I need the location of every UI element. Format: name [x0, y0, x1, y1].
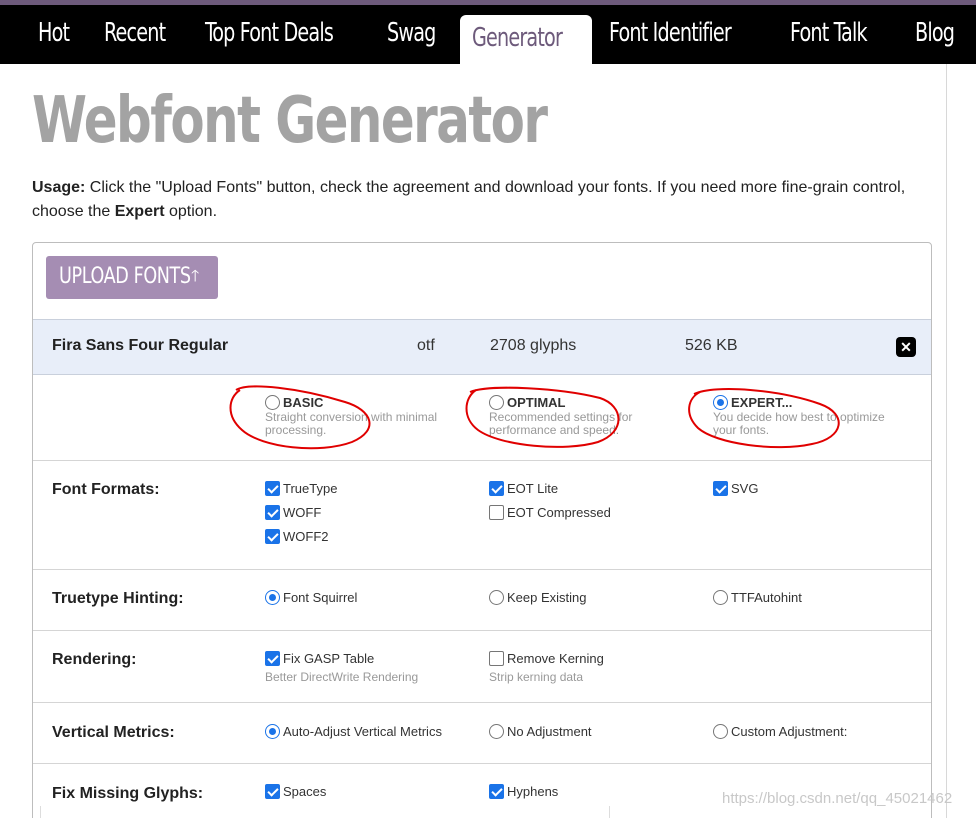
usage-expert: Expert — [114, 203, 165, 220]
vertical-metrics-row: Vertical Metrics: Auto-Adjust Vertical M… — [33, 703, 931, 764]
glyphs-hyphens-label: Hyphens — [507, 784, 559, 799]
nav-item-font-identifier[interactable]: Font Identifier — [609, 5, 732, 64]
format-eot-compressed-label: EOT Compressed — [507, 505, 611, 520]
main-nav: Hot Recent Top Font Deals Swag Generator… — [0, 5, 976, 69]
nav-item-recent[interactable]: Recent — [104, 5, 166, 64]
rendering-label: Rendering: — [52, 651, 137, 668]
usage-label: Usage: — [32, 179, 86, 196]
mode-row: BASIC Straight conversion with minimal p… — [33, 375, 931, 461]
file-glyph-count: 2708 glyphs — [490, 337, 577, 354]
mode-optimal-desc: Recommended settings for performance and… — [489, 410, 633, 437]
hinting-row: Truetype Hinting: Font Squirrel Keep Exi… — [33, 570, 931, 631]
glyphs-hyphens-checkbox[interactable] — [489, 784, 504, 799]
file-size: 526 KB — [685, 337, 738, 354]
hinting-keep-existing-label: Keep Existing — [507, 590, 587, 605]
vm-auto-adjust-label: Auto-Adjust Vertical Metrics — [283, 724, 442, 739]
hinting-ttfautohint-radio[interactable] — [713, 590, 728, 605]
format-woff-label: WOFF — [283, 505, 322, 520]
vm-custom-adjustment-radio[interactable] — [713, 724, 728, 739]
format-svg-label: SVG — [731, 481, 759, 496]
rendering-fix-gasp-checkbox[interactable] — [265, 651, 280, 666]
format-svg-checkbox[interactable] — [713, 481, 728, 496]
page-title: Webfont Generator — [32, 84, 548, 158]
usage-text: Usage: Click the "Upload Fonts" button, … — [32, 176, 912, 224]
rendering-remove-kerning-desc: Strip kerning data — [489, 670, 584, 684]
format-woff2-label: WOFF2 — [283, 529, 329, 544]
mode-basic-desc: Straight conversion with minimal process… — [265, 410, 438, 437]
mode-optimal-radio[interactable] — [489, 395, 504, 410]
glyphs-spaces-checkbox[interactable] — [265, 784, 280, 799]
bottom-panel-edge — [40, 806, 610, 818]
nav-item-swag[interactable]: Swag — [387, 5, 436, 64]
uploaded-file-row: Fira Sans Four Regular otf 2708 glyphs 5… — [33, 319, 931, 375]
vertical-metrics-label: Vertical Metrics: — [52, 724, 175, 741]
nav-item-top-font-deals[interactable]: Top Font Deals — [205, 5, 334, 64]
remove-file-close-icon[interactable]: ✕ — [896, 337, 916, 357]
usage-body-2: option. — [164, 203, 218, 220]
arrow-up-icon: 🡑 — [191, 268, 200, 285]
rendering-remove-kerning-label: Remove Kerning — [507, 651, 604, 666]
file-extension: otf — [417, 337, 435, 354]
vm-no-adjustment-radio[interactable] — [489, 724, 504, 739]
mode-expert-radio[interactable] — [713, 395, 728, 410]
generator-panel: UPLOAD FONTS 🡑 Fira Sans Four Regular ot… — [32, 242, 932, 818]
mode-expert-desc: You decide how best to optimize your fon… — [713, 410, 885, 437]
page-edge-line — [946, 64, 947, 818]
rendering-fix-gasp-label: Fix GASP Table — [283, 651, 375, 666]
nav-item-generator[interactable]: Generator — [472, 10, 563, 69]
nav-item-hot[interactable]: Hot — [38, 5, 70, 64]
mode-expert-label: EXPERT... — [731, 395, 793, 410]
format-truetype-checkbox[interactable] — [265, 481, 280, 496]
format-eot-lite-checkbox[interactable] — [489, 481, 504, 496]
format-woff-checkbox[interactable] — [265, 505, 280, 520]
mode-basic-radio[interactable] — [265, 395, 280, 410]
hinting-keep-existing-radio[interactable] — [489, 590, 504, 605]
hinting-ttfautohint-label: TTFAutohint — [731, 590, 802, 605]
missing-glyphs-label: Fix Missing Glyphs: — [52, 785, 204, 802]
format-truetype-label: TrueType — [283, 481, 338, 496]
nav-item-blog[interactable]: Blog — [915, 5, 955, 64]
format-eot-compressed-checkbox[interactable] — [489, 505, 504, 520]
watermark-text: https://blog.csdn.net/qq_45021462 — [722, 790, 953, 807]
hinting-font-squirrel-radio[interactable] — [265, 590, 280, 605]
hinting-font-squirrel-label: Font Squirrel — [283, 590, 358, 605]
font-formats-label: Font Formats: — [52, 481, 160, 498]
rendering-fix-gasp-desc: Better DirectWrite Rendering — [265, 670, 419, 684]
format-eot-lite-label: EOT Lite — [507, 481, 559, 496]
vm-custom-adjustment-label: Custom Adjustment: — [731, 724, 848, 739]
rendering-row: Rendering: Fix GASP Table Better DirectW… — [33, 631, 931, 703]
vm-auto-adjust-radio[interactable] — [265, 724, 280, 739]
nav-item-font-talk[interactable]: Font Talk — [790, 5, 868, 64]
rendering-remove-kerning-checkbox[interactable] — [489, 651, 504, 666]
font-formats-row: Font Formats: TrueType WOFF WOFF2 EOT Li… — [33, 461, 931, 570]
upload-fonts-label: UPLOAD FONTS — [59, 264, 191, 289]
hinting-label: Truetype Hinting: — [52, 590, 184, 607]
upload-fonts-button[interactable]: UPLOAD FONTS 🡑 — [46, 256, 218, 299]
glyphs-spaces-label: Spaces — [283, 784, 327, 799]
vm-no-adjustment-label: No Adjustment — [507, 724, 592, 739]
mode-basic-label: BASIC — [283, 395, 324, 410]
format-woff2-checkbox[interactable] — [265, 529, 280, 544]
file-name: Fira Sans Four Regular — [52, 337, 229, 354]
mode-optimal-label: OPTIMAL — [507, 395, 566, 410]
